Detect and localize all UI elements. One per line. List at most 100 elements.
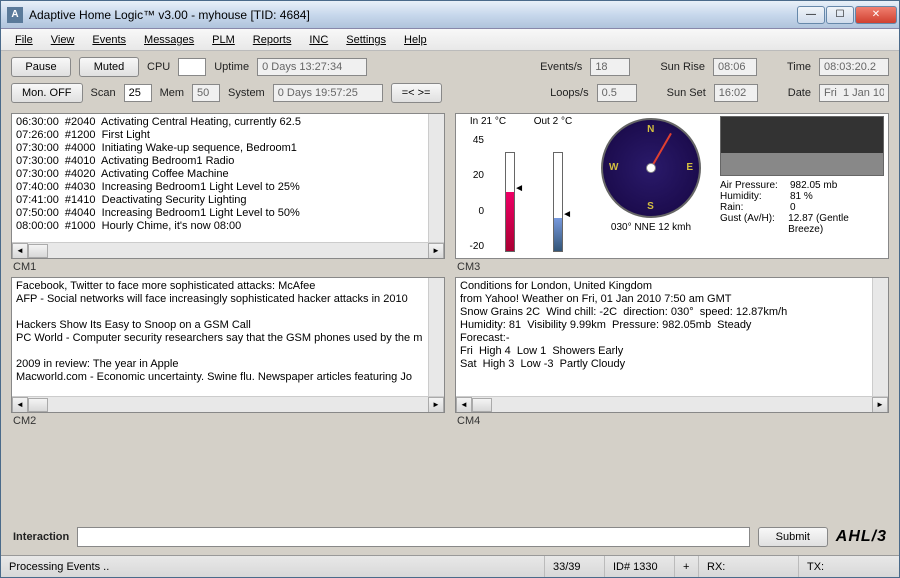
- date-label: Date: [788, 87, 811, 99]
- app-icon: A: [7, 7, 23, 23]
- cm2-scroll-v[interactable]: [428, 278, 444, 396]
- scan-label: Scan: [91, 87, 116, 99]
- nav-button[interactable]: =< >=: [391, 83, 442, 103]
- sunset-label: Sun Set: [667, 87, 706, 99]
- rain-label: Rain:: [720, 202, 790, 213]
- interaction-bar: Interaction Submit AHL/3: [1, 519, 899, 555]
- logo: AHL/3: [836, 528, 887, 546]
- events-field: [590, 58, 630, 76]
- system-field: [273, 84, 383, 102]
- menu-file[interactable]: File: [7, 32, 41, 48]
- time-field: [819, 58, 889, 76]
- menu-view[interactable]: View: [43, 32, 83, 48]
- close-button[interactable]: ✕: [855, 6, 897, 24]
- menubar: File View Events Messages PLM Reports IN…: [1, 29, 899, 51]
- status-plus: +: [675, 556, 699, 577]
- in-temp: 21 °C: [481, 116, 506, 127]
- out-temp: 2 °C: [553, 116, 573, 127]
- rain-value: 0: [790, 202, 796, 213]
- pause-button[interactable]: Pause: [11, 57, 71, 77]
- cm3-panel: In 21 °C Out 2 °C 45 20 0 -20 ◄: [455, 113, 889, 259]
- scan-field[interactable]: [124, 84, 152, 102]
- menu-events[interactable]: Events: [84, 32, 134, 48]
- cm2-panel: Facebook, Twitter to face more sophistic…: [11, 277, 445, 413]
- uptime-field: [257, 58, 367, 76]
- sunset-field: [714, 84, 758, 102]
- status-msg: Processing Events ..: [1, 556, 545, 577]
- statusbar: Processing Events .. 33/39 ID# 1330 + RX…: [1, 555, 899, 577]
- compass-n: N: [647, 124, 654, 135]
- scroll-left-icon[interactable]: ◄: [12, 397, 28, 413]
- cm4-text[interactable]: Conditions for London, United Kingdom fr…: [456, 278, 872, 396]
- system-label: System: [228, 87, 265, 99]
- menu-messages[interactable]: Messages: [136, 32, 202, 48]
- tick-0: 0: [462, 206, 484, 217]
- cm1-text[interactable]: 06:30:00 #2040 Activating Central Heatin…: [12, 114, 428, 242]
- tick-20: 20: [462, 170, 484, 181]
- scroll-thumb[interactable]: [28, 244, 48, 258]
- loops-label: Loops/s: [550, 87, 589, 99]
- maximize-button[interactable]: ☐: [826, 6, 854, 24]
- compass: N E S W 030° NNE 12 kmh: [586, 114, 716, 258]
- pressure-value: 982.05 mb: [790, 180, 837, 191]
- gust-value: 12.87 (Gentle Breeze): [788, 213, 884, 235]
- humidity-label: Humidity:: [720, 191, 790, 202]
- cm1-scroll-h[interactable]: ◄ ►: [12, 242, 444, 258]
- compass-e: E: [686, 162, 693, 173]
- scroll-right-icon[interactable]: ►: [428, 243, 444, 259]
- gust-label: Gust (Av/H):: [720, 213, 788, 235]
- cm2-label: CM2: [11, 413, 445, 427]
- interaction-input[interactable]: [77, 527, 750, 547]
- cm4-scroll-v[interactable]: [872, 278, 888, 396]
- menu-settings[interactable]: Settings: [338, 32, 394, 48]
- cm1-label: CM1: [11, 259, 445, 273]
- pressure-label: Air Pressure:: [720, 180, 790, 191]
- in-label: In: [470, 116, 478, 127]
- scroll-left-icon[interactable]: ◄: [12, 243, 28, 259]
- thermo-out: ◄: [553, 152, 563, 252]
- menu-inc[interactable]: INC: [301, 32, 336, 48]
- interaction-label: Interaction: [13, 531, 69, 543]
- titlebar: A Adaptive Home Logic™ v3.00 - myhouse […: [1, 1, 899, 29]
- compass-w: W: [609, 162, 618, 173]
- out-label: Out: [534, 116, 550, 127]
- menu-help[interactable]: Help: [396, 32, 435, 48]
- status-count: 33/39: [545, 556, 605, 577]
- compass-reading: 030° NNE 12 kmh: [611, 222, 691, 233]
- status-id: ID# 1330: [605, 556, 675, 577]
- scroll-thumb[interactable]: [28, 398, 48, 412]
- sunrise-field: [713, 58, 757, 76]
- minimize-button[interactable]: —: [797, 6, 825, 24]
- thermo-in: ◄: [505, 152, 515, 252]
- date-field: [819, 84, 889, 102]
- cm2-scroll-h[interactable]: ◄ ►: [12, 396, 444, 412]
- toolbar: Pause Muted CPU Uptime Events/s Sun Rise…: [1, 51, 899, 109]
- pressure-sparkline: [720, 116, 884, 176]
- cpu-field[interactable]: [178, 58, 206, 76]
- uptime-label: Uptime: [214, 61, 249, 73]
- cm3-label: CM3: [455, 259, 889, 273]
- cm1-panel: 06:30:00 #2040 Activating Central Heatin…: [11, 113, 445, 259]
- monoff-button[interactable]: Mon. OFF: [11, 83, 83, 103]
- scroll-right-icon[interactable]: ►: [428, 397, 444, 413]
- tick-neg20: -20: [462, 241, 484, 252]
- cm2-text[interactable]: Facebook, Twitter to face more sophistic…: [12, 278, 428, 396]
- scroll-thumb[interactable]: [472, 398, 492, 412]
- cm1-scroll-v[interactable]: [428, 114, 444, 242]
- time-label: Time: [787, 61, 811, 73]
- sunrise-label: Sun Rise: [660, 61, 705, 73]
- compass-s: S: [647, 201, 654, 212]
- loops-field: [597, 84, 637, 102]
- scroll-left-icon[interactable]: ◄: [456, 397, 472, 413]
- status-tx: TX:: [799, 556, 899, 577]
- menu-reports[interactable]: Reports: [245, 32, 300, 48]
- menu-plm[interactable]: PLM: [204, 32, 243, 48]
- status-rx: RX:: [699, 556, 799, 577]
- cm4-scroll-h[interactable]: ◄ ►: [456, 396, 888, 412]
- scroll-right-icon[interactable]: ►: [872, 397, 888, 413]
- cm4-panel: Conditions for London, United Kingdom fr…: [455, 277, 889, 413]
- submit-button[interactable]: Submit: [758, 527, 828, 547]
- mem-field: [192, 84, 220, 102]
- muted-button[interactable]: Muted: [79, 57, 139, 77]
- window-title: Adaptive Home Logic™ v3.00 - myhouse [TI…: [27, 8, 797, 22]
